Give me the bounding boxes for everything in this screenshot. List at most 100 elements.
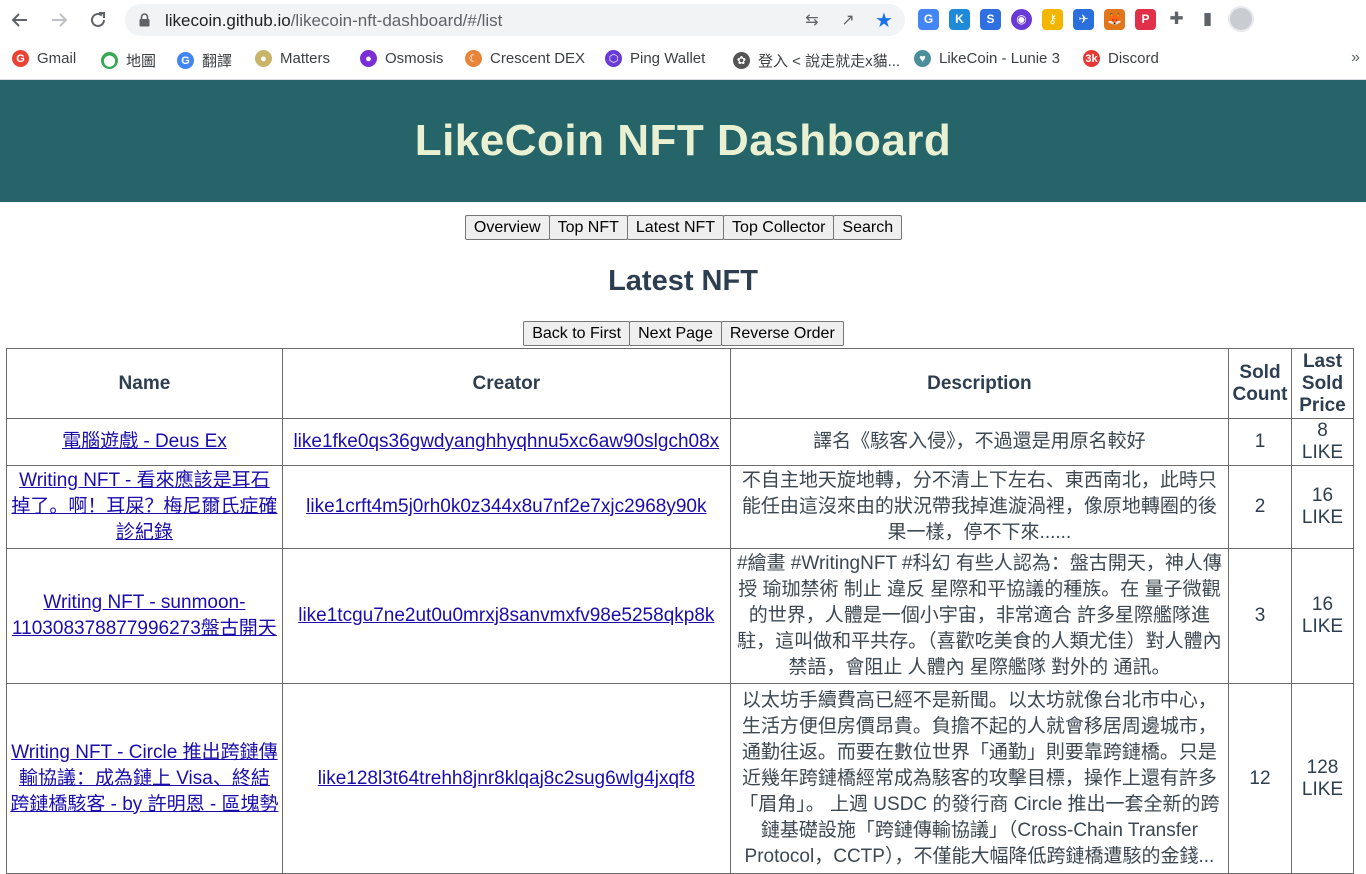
bookmark-item[interactable]: ☾ Crescent DEX (465, 50, 585, 67)
p-extension-icon[interactable]: P (1135, 8, 1156, 30)
bookmark-label: Osmosis (385, 50, 444, 67)
matters-icon: ● (255, 50, 272, 67)
creator-cell: like1crft4m5j0rh0k0z344x8u7nf2e7xjc2968y… (281, 465, 731, 549)
pager: Back to First Next Page Reverse Order (0, 321, 1366, 347)
next-page-button[interactable]: Next Page (629, 321, 722, 346)
browser-toolbar: likecoin.github.io/likecoin-nft-dashboar… (0, 0, 1366, 40)
name-cell: Writing NFT - 看來應該是耳石掉了。啊！耳屎？梅尼爾氏症確診紀錄 (6, 465, 283, 549)
table-row: Writing NFT - sunmoon-110308378877996273… (6, 548, 1355, 684)
bookmarks-bar: » G Gmail ⬤ 地圖 G 翻譯 ● Matters ● Osmosis ☾ Crescent … (0, 40, 1366, 80)
bookmark-label: Ping Wallet (630, 50, 706, 67)
translate-extension-icon[interactable]: G (918, 8, 939, 30)
table-row: Writing NFT - Circle 推出跨鏈傳輸協議：成為鏈上 Visa、… (6, 683, 1355, 874)
bookmark-item[interactable]: 3k Discord (1083, 50, 1159, 67)
price-cell: 8 LIKE (1290, 418, 1355, 466)
crescent-icon: ☾ (465, 50, 482, 67)
sold-count-cell: 3 (1228, 548, 1292, 684)
price-cell: 128 LIKE (1290, 683, 1355, 874)
creator-cell: like1fke0qs36gwdyanghhyqhnu5xc6aw90slgch… (281, 418, 731, 466)
sold-count-cell: 1 (1228, 418, 1292, 466)
description-column-header: Description (729, 348, 1230, 419)
nft-name-link[interactable]: Writing NFT - 看來應該是耳石掉了。啊！耳屎？梅尼爾氏症確診紀錄 (11, 470, 277, 543)
last-sold-price-column-header: Last Sold Price (1290, 348, 1355, 419)
nav-top-collector-button[interactable]: Top Collector (723, 215, 835, 240)
k-extension-icon[interactable]: K (949, 8, 970, 30)
profile-avatar[interactable] (1228, 6, 1254, 32)
s-extension-icon[interactable]: S (980, 8, 1001, 30)
creator-column-header: Creator (281, 348, 731, 419)
ping-extension-icon[interactable]: ◉ (1011, 8, 1032, 30)
bookmark-label: 翻譯 (202, 53, 233, 70)
forward-arrow-icon[interactable] (46, 7, 72, 33)
bookmark-item[interactable]: ● Osmosis (360, 50, 443, 67)
page-title: LikeCoin NFT Dashboard (414, 116, 952, 165)
bookmark-label: Crescent DEX (490, 50, 586, 67)
discord-icon: 3k (1083, 50, 1100, 67)
bookmark-item[interactable]: ✿ 登入 < 說走就走x貓... (733, 50, 900, 71)
table-row: 電腦遊戲 - Deus Ex like1fke0qs36gwdyanghhyqh… (6, 418, 1355, 466)
more-bookmarks-icon[interactable]: » (1351, 49, 1360, 67)
description-cell: #繪畫 #WritingNFT #科幻 有些人認為：盤古開天，神人傳授 瑜珈禁術… (729, 548, 1230, 684)
reload-icon[interactable] (85, 7, 111, 33)
name-cell: 電腦遊戲 - Deus Ex (6, 418, 283, 466)
bookmark-item[interactable]: ⬡ Ping Wallet (605, 50, 705, 67)
bookmark-label: 地圖 (126, 53, 157, 70)
gmail-icon: G (12, 50, 29, 67)
price-cell: 16 LIKE (1290, 465, 1355, 549)
sold-count-column-header: Sold Count (1228, 348, 1292, 419)
table-header-row: Name Creator Description Sold Count Last… (6, 348, 1355, 419)
plane-extension-icon[interactable]: ✈ (1073, 8, 1094, 30)
nft-table: Name Creator Description Sold Count Last… (6, 348, 1355, 874)
url-text: likecoin.github.io/likecoin-nft-dashboar… (165, 11, 502, 31)
bookmark-item[interactable]: G Gmail (12, 50, 76, 67)
maps-icon: ⬤ (101, 52, 118, 69)
url-path: /likecoin-nft-dashboard/#/list (290, 11, 503, 30)
creator-link[interactable]: like1tcgu7ne2ut0u0mrxj8sanvmxfv98e5258qk… (298, 605, 714, 626)
nav-search-button[interactable]: Search (833, 215, 903, 240)
back-to-first-button[interactable]: Back to First (523, 321, 631, 346)
nft-name-link[interactable]: Writing NFT - Circle 推出跨鏈傳輸協議：成為鏈上 Visa、… (10, 742, 278, 815)
main-nav: Overview Top NFT Latest NFT Top Collecto… (0, 215, 1366, 241)
nft-name-link[interactable]: 電腦遊戲 - Deus Ex (62, 431, 227, 452)
back-arrow-icon[interactable] (7, 7, 33, 33)
nav-overview-button[interactable]: Overview (464, 215, 550, 240)
key-extension-icon[interactable]: ⚷ (1042, 8, 1063, 30)
nft-name-link[interactable]: Writing NFT - sunmoon-110308378877996273… (12, 592, 277, 639)
nav-top-nft-button[interactable]: Top NFT (548, 215, 628, 240)
bookmark-label: Discord (1108, 50, 1159, 67)
bookmark-item[interactable]: ● Matters (255, 50, 330, 67)
login-icon: ✿ (733, 52, 750, 69)
side-panel-icon[interactable]: ▮ (1197, 8, 1218, 30)
section-title: Latest NFT (608, 265, 758, 297)
name-cell: Writing NFT - sunmoon-110308378877996273… (6, 548, 283, 684)
nav-latest-nft-button[interactable]: Latest NFT (626, 215, 725, 240)
translate-page-icon[interactable]: ⇆ (801, 9, 823, 31)
name-cell: Writing NFT - Circle 推出跨鏈傳輸協議：成為鏈上 Visa、… (6, 683, 283, 874)
creator-cell: like1tcgu7ne2ut0u0mrxj8sanvmxfv98e5258qk… (281, 548, 731, 684)
description-cell: 以太坊手續費高已經不是新聞。以太坊就像台北市中心，生活方便但房價昂貴。負擔不起的… (729, 683, 1230, 874)
bookmark-star-icon[interactable]: ★ (873, 9, 895, 32)
bookmark-item[interactable]: ⬤ 地圖 (101, 50, 156, 71)
translate-icon: G (177, 52, 194, 69)
creator-link[interactable]: like1fke0qs36gwdyanghhyqhnu5xc6aw90slgch… (293, 431, 719, 452)
extensions-puzzle-icon[interactable]: ✚ (1166, 8, 1187, 30)
address-bar[interactable]: likecoin.github.io/likecoin-nft-dashboar… (125, 4, 905, 36)
bookmark-item[interactable]: G 翻譯 (177, 50, 232, 71)
metamask-extension-icon[interactable]: 🦊 (1104, 8, 1125, 30)
creator-cell: like128l3t64trehh8jnr8klqaj8c2sug6wlg4jx… (281, 683, 731, 874)
lock-icon (139, 13, 150, 27)
bookmark-label: 登入 < 說走就走x貓... (758, 53, 901, 70)
bookmark-item[interactable]: ♥ LikeCoin - Lunie 3 (914, 50, 1060, 67)
name-column-header: Name (6, 348, 283, 419)
description-cell: 譯名《駭客入侵》，不過還是用原名較好 (729, 418, 1230, 466)
table-row: Writing NFT - 看來應該是耳石掉了。啊！耳屎？梅尼爾氏症確診紀錄 l… (6, 465, 1355, 549)
bookmark-label: Matters (280, 50, 331, 67)
page-header: LikeCoin NFT Dashboard (0, 80, 1366, 202)
creator-link[interactable]: like128l3t64trehh8jnr8klqaj8c2sug6wlg4jx… (318, 768, 695, 789)
bookmark-label: Gmail (37, 50, 77, 67)
osmosis-icon: ● (360, 50, 377, 67)
creator-link[interactable]: like1crft4m5j0rh0k0z344x8u7nf2e7xjc2968y… (306, 496, 706, 517)
reverse-order-button[interactable]: Reverse Order (720, 321, 844, 346)
price-cell: 16 LIKE (1290, 548, 1355, 684)
share-icon[interactable]: ↗ (837, 9, 859, 31)
